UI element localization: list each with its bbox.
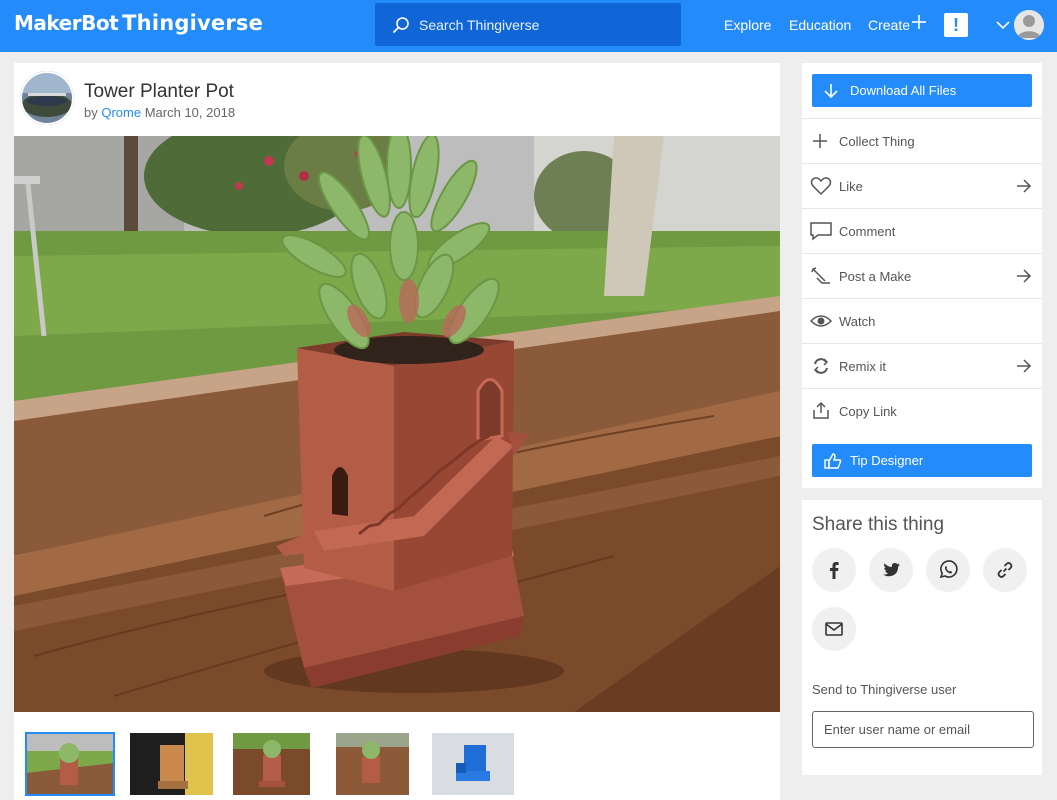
download-all-files-button[interactable]: Download All Files [812, 74, 1032, 107]
twitter-icon [883, 563, 900, 577]
search-placeholder: Search Thingiverse [419, 17, 540, 33]
share-panel: Share this thing Send to Thingiverse use… [802, 500, 1042, 775]
logo-maker-text: MakerBot [14, 11, 119, 35]
download-label: Download All Files [850, 83, 957, 98]
main-thing-image[interactable] [14, 136, 780, 712]
watch-label: Watch [839, 314, 876, 329]
author-avatar[interactable] [20, 71, 74, 125]
share-link-button[interactable] [983, 548, 1027, 592]
nav-explore-link[interactable]: Explore [724, 17, 771, 33]
thing-detail-card: Tower Planter Pot by Qrome March 10, 201… [14, 63, 780, 800]
nav-education-link[interactable]: Education [789, 17, 851, 33]
post-a-make-action[interactable]: Post a Make [802, 253, 1042, 298]
nav-create-link[interactable]: Create [868, 17, 910, 33]
collect-label: Collect Thing [839, 134, 915, 149]
share-title: Share this thing [812, 514, 945, 535]
logo-site-text: Thingiverse [122, 11, 264, 35]
post-make-icon [811, 267, 830, 284]
send-to-user-label: Send to Thingiverse user [812, 682, 957, 697]
thing-title: Tower Planter Pot [84, 81, 234, 102]
chevron-down-icon[interactable] [995, 17, 1011, 33]
thing-byline: by Qrome March 10, 2018 [84, 105, 235, 120]
copy-link-icon [813, 401, 829, 419]
thumbnail-strip [14, 731, 780, 800]
share-whatsapp-button[interactable] [926, 548, 970, 592]
remix-icon [813, 358, 829, 374]
share-facebook-button[interactable] [812, 548, 856, 592]
share-email-button[interactable] [812, 607, 856, 651]
like-action[interactable]: Like [802, 163, 1042, 208]
actions-panel: Download All Files Collect Thing Like Co… [802, 63, 1042, 488]
comment-icon [810, 222, 832, 241]
top-navigation-bar: MakerBot Thingiverse Search Thingiverse E… [0, 0, 1057, 52]
arrow-right-icon [1017, 269, 1032, 283]
whatsapp-icon [939, 560, 958, 579]
like-icon [810, 177, 832, 196]
facebook-icon [830, 562, 839, 579]
like-label: Like [839, 179, 863, 194]
download-icon [824, 84, 838, 99]
tip-designer-button[interactable]: Tip Designer [812, 444, 1032, 477]
thumbnail-5[interactable] [432, 733, 514, 795]
send-to-user-input[interactable] [812, 711, 1034, 748]
thumbnail-1[interactable] [25, 732, 115, 796]
watch-action[interactable]: Watch [802, 298, 1042, 343]
email-icon [825, 622, 843, 636]
remix-label: Remix it [839, 359, 886, 374]
plus-icon[interactable] [911, 14, 927, 30]
publish-date: March 10, 2018 [144, 105, 236, 120]
share-twitter-button[interactable] [869, 548, 913, 592]
link-icon [997, 562, 1013, 578]
plus-icon [813, 134, 827, 148]
author-link[interactable]: Qrome [101, 105, 141, 120]
notifications-button[interactable]: ! [944, 13, 968, 37]
collect-thing-action[interactable]: Collect Thing [802, 118, 1042, 163]
tip-label: Tip Designer [850, 453, 924, 468]
tip-icon [824, 453, 842, 469]
byline-by: by [84, 105, 98, 120]
arrow-right-icon [1017, 359, 1032, 373]
thumbnail-3[interactable] [233, 733, 310, 795]
watch-icon [810, 315, 832, 327]
copy-link-action[interactable]: Copy Link [802, 388, 1042, 433]
search-icon [393, 17, 409, 33]
user-avatar[interactable] [1014, 10, 1044, 40]
arrow-right-icon [1017, 179, 1032, 193]
thumbnail-4[interactable] [336, 733, 409, 795]
remix-action[interactable]: Remix it [802, 343, 1042, 388]
post-make-label: Post a Make [839, 269, 912, 284]
comment-label: Comment [839, 224, 896, 239]
thumbnail-2[interactable] [130, 733, 213, 795]
comment-action[interactable]: Comment [802, 208, 1042, 253]
makerbot-thingiverse-logo[interactable]: MakerBot Thingiverse [14, 10, 263, 36]
copy-link-label: Copy Link [839, 404, 897, 419]
search-bar[interactable]: Search Thingiverse [375, 3, 681, 46]
